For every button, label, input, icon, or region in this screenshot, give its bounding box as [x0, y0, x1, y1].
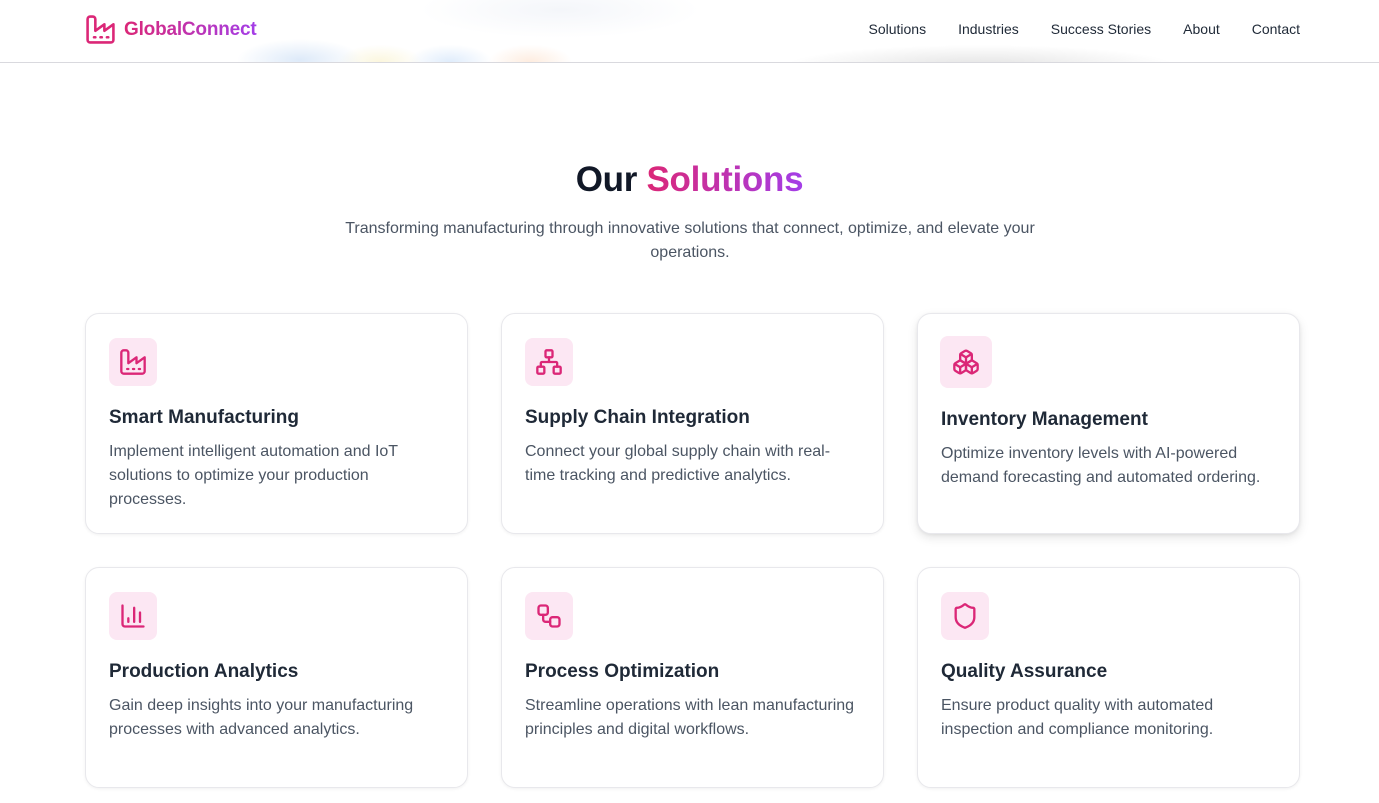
section-title-lead: Our: [575, 160, 638, 199]
nav-item-about[interactable]: About: [1183, 21, 1220, 37]
boxes-icon: [953, 349, 979, 375]
card-icon-box: [109, 592, 157, 640]
card-icon-box: [109, 338, 157, 386]
card-description: Ensure product quality with automated in…: [941, 697, 1214, 738]
site-header: GlobalConnect Solutions Industries Succe…: [0, 0, 1379, 63]
card-title: Supply Chain Integration: [525, 407, 750, 428]
main-nav: Solutions Industries Success Stories Abo…: [868, 21, 1300, 37]
section-title: Our Solutions: [0, 160, 1379, 200]
solution-card-process-optimization[interactable]: Process Optimization Streamline operatio…: [501, 567, 884, 788]
nav-item-success-stories[interactable]: Success Stories: [1051, 21, 1151, 37]
card-description: Gain deep insights into your manufacturi…: [109, 697, 414, 738]
section-title-accent: Solutions: [646, 160, 804, 199]
card-title: Inventory Management: [941, 409, 1148, 430]
card-title: Smart Manufacturing: [109, 407, 300, 428]
card-icon-box: [525, 592, 573, 640]
network-icon: [536, 349, 562, 375]
nav-item-solutions[interactable]: Solutions: [868, 21, 926, 37]
solution-card-production-analytics[interactable]: Production Analytics Gain deep insights …: [85, 567, 468, 788]
card-title: Process Optimization: [525, 661, 720, 682]
solution-card-supply-chain[interactable]: Supply Chain Integration Connect your gl…: [501, 313, 884, 534]
card-description: Implement intelligent automation and IoT…: [109, 443, 398, 508]
card-title: Production Analytics: [109, 661, 299, 682]
workflow-icon: [537, 604, 561, 628]
factory-icon: [86, 15, 115, 44]
nav-item-industries[interactable]: Industries: [958, 21, 1019, 37]
bar-chart-icon: [121, 604, 145, 628]
card-icon-box: [941, 592, 989, 640]
shield-icon: [954, 603, 976, 629]
card-description: Streamline operations with lean manufact…: [525, 697, 855, 738]
solution-card-inventory[interactable]: Inventory Management Optimize inventory …: [917, 313, 1300, 534]
card-description: Connect your global supply chain with re…: [525, 443, 831, 484]
section-subtitle: Transforming manufacturing through innov…: [345, 220, 1035, 261]
card-icon-box: [940, 336, 992, 388]
brand-name: GlobalConnect: [124, 18, 257, 40]
solutions-grid: Smart Manufacturing Implement intelligen…: [85, 313, 1300, 788]
brand-logo[interactable]: GlobalConnect: [85, 14, 257, 45]
card-description: Optimize inventory levels with AI-powere…: [941, 445, 1261, 486]
card-icon-box: [525, 338, 573, 386]
nav-item-contact[interactable]: Contact: [1252, 21, 1300, 37]
factory-icon: [120, 349, 146, 375]
solution-card-smart-manufacturing[interactable]: Smart Manufacturing Implement intelligen…: [85, 313, 468, 534]
solution-card-quality-assurance[interactable]: Quality Assurance Ensure product quality…: [917, 567, 1300, 788]
card-title: Quality Assurance: [941, 661, 1108, 682]
